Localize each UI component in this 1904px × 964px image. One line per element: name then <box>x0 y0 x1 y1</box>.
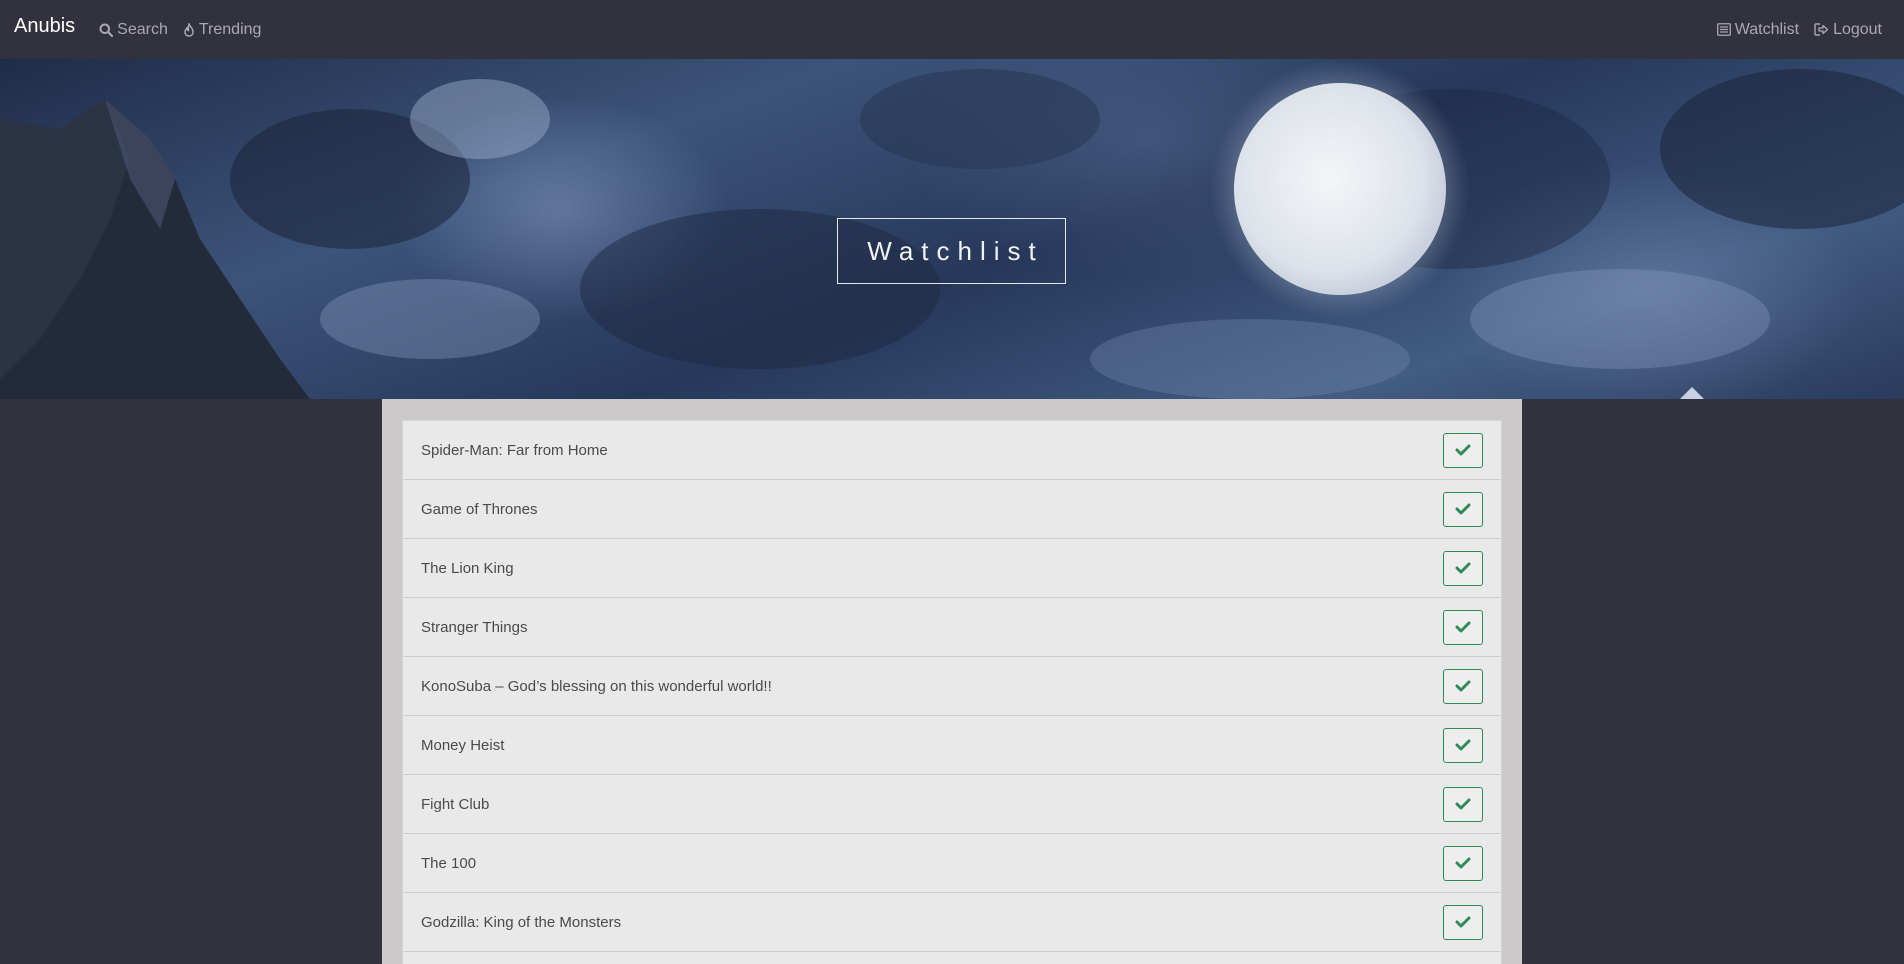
item-title: Stranger Things <box>421 618 528 636</box>
item-title: Money Heist <box>421 736 505 754</box>
check-icon <box>1455 680 1471 692</box>
list-item: Godzilla: King of the Monsters <box>403 893 1501 952</box>
list-item: Stranger Things <box>403 598 1501 657</box>
check-icon <box>1455 503 1471 515</box>
logout-icon <box>1814 23 1829 36</box>
mark-watched-button[interactable] <box>1443 727 1483 763</box>
mark-watched-button[interactable] <box>1443 904 1483 940</box>
nav-right-group: Watchlist Logout <box>1702 21 1890 39</box>
check-icon <box>1455 562 1471 574</box>
list-item: Fight Club <box>403 775 1501 834</box>
nav-search-label: Search <box>117 20 168 38</box>
mark-watched-button[interactable] <box>1443 668 1483 704</box>
list-icon <box>1716 23 1731 36</box>
mark-watched-button[interactable] <box>1443 550 1483 586</box>
mark-watched-button[interactable] <box>1443 432 1483 468</box>
item-title: The 100 <box>421 854 477 872</box>
item-title: The Lion King <box>421 559 514 577</box>
search-icon <box>99 23 114 37</box>
list-item: Spider-Man: Far from Home <box>403 421 1501 480</box>
item-title: Fight Club <box>421 795 490 813</box>
page-title: Watchlist <box>867 235 1044 266</box>
brand-logo[interactable]: Anubis <box>14 15 75 38</box>
list-item: Money Heist <box>403 716 1501 775</box>
watchlist-panel: Spider-Man: Far from Home Game of Throne… <box>382 399 1522 964</box>
nav-trending-link[interactable]: Trending <box>183 20 262 39</box>
hero-title-box: Watchlist <box>837 218 1066 284</box>
check-icon <box>1455 916 1471 928</box>
nav-logout-link[interactable]: Logout <box>1814 21 1882 39</box>
nav-search-link[interactable]: Search <box>99 21 168 39</box>
list-item: The 100 <box>403 834 1501 893</box>
nav-watchlist-label: Watchlist <box>1734 20 1800 38</box>
item-title: Spider-Man: Far from Home <box>421 441 608 459</box>
nav-logout-label: Logout <box>1833 20 1882 38</box>
navbar: Anubis Search Trending Watchlist Logout <box>0 0 1904 59</box>
list-item <box>403 952 1501 964</box>
nav-watchlist-link[interactable]: Watchlist <box>1716 20 1800 39</box>
item-title: Godzilla: King of the Monsters <box>421 913 622 931</box>
mark-watched-button[interactable] <box>1443 609 1483 645</box>
check-icon <box>1455 621 1471 633</box>
check-icon <box>1455 739 1471 751</box>
watchlist-list: Spider-Man: Far from Home Game of Throne… <box>402 420 1502 964</box>
item-title: KonoSuba – God’s blessing on this wonder… <box>421 677 772 695</box>
fire-icon <box>184 22 194 37</box>
check-icon <box>1455 444 1471 456</box>
list-item: KonoSuba – God’s blessing on this wonder… <box>403 657 1501 716</box>
mark-watched-button[interactable] <box>1443 786 1483 822</box>
mark-watched-button[interactable] <box>1443 845 1483 881</box>
check-icon <box>1455 798 1471 810</box>
mark-watched-button[interactable] <box>1443 491 1483 527</box>
list-item: Game of Thrones <box>403 480 1501 539</box>
hero-banner: Watchlist <box>0 59 1904 399</box>
nav-trending-label: Trending <box>198 20 262 38</box>
item-title: Game of Thrones <box>421 500 538 518</box>
list-item: The Lion King <box>403 539 1501 598</box>
check-icon <box>1455 857 1471 869</box>
